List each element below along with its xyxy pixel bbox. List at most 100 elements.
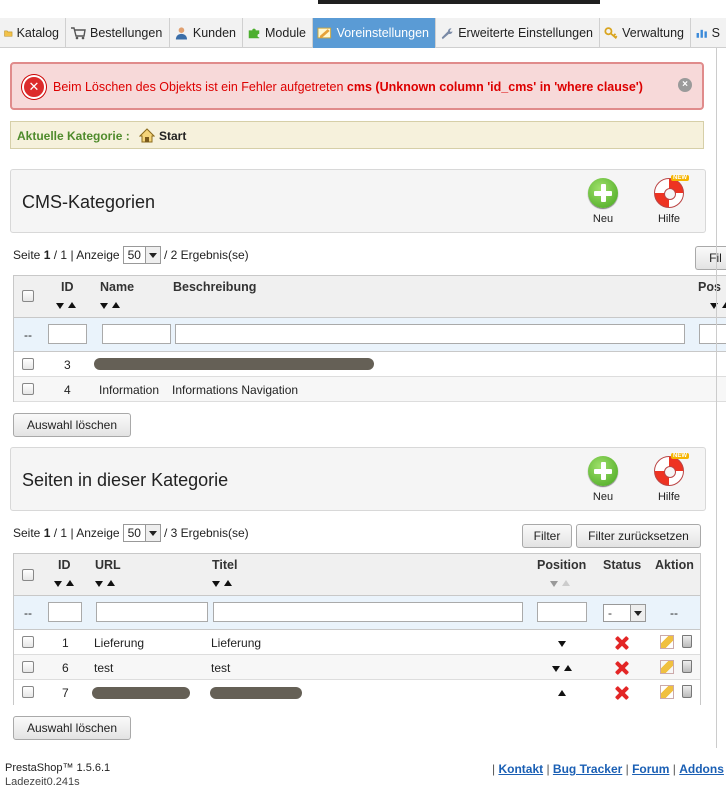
- pager-prefix: Seite: [13, 526, 41, 540]
- tab-voreinstellungen[interactable]: Voreinstellungen: [313, 18, 436, 48]
- section-title: CMS-Kategorien: [22, 192, 156, 212]
- edit-icon[interactable]: [660, 685, 674, 699]
- move-up-icon[interactable]: [558, 690, 566, 696]
- move-down-icon[interactable]: [552, 666, 560, 672]
- filter-url-input[interactable]: [96, 602, 208, 622]
- pager-results: / 3 Ergebnis(se): [163, 526, 249, 540]
- sort-id[interactable]: [54, 580, 78, 588]
- row-checkbox[interactable]: [22, 383, 34, 395]
- edit-icon[interactable]: [660, 635, 674, 649]
- filter-status-select[interactable]: -: [603, 604, 646, 622]
- reset-filter-button[interactable]: Filter zurücksetzen: [576, 524, 701, 548]
- new-category-button[interactable]: Neu: [583, 178, 623, 225]
- filter-button[interactable]: Filter: [522, 524, 572, 548]
- pager-display-label: | Anzeige: [70, 248, 120, 262]
- sort-position[interactable]: [710, 302, 726, 310]
- row-checkbox[interactable]: [22, 358, 34, 370]
- categories-pagination: Seite 1 / 1 | Anzeige 50 / 2 Ergebnis(se…: [13, 246, 249, 264]
- delete-icon[interactable]: [682, 685, 692, 698]
- tab-katalog[interactable]: Katalog: [0, 18, 66, 48]
- row-checkbox[interactable]: [22, 636, 34, 648]
- delete-selection-button[interactable]: Auswahl löschen: [13, 413, 131, 437]
- select-all-checkbox[interactable]: [22, 290, 34, 302]
- delete-selection-button[interactable]: Auswahl löschen: [13, 716, 131, 740]
- table-row[interactable]: 6 test test: [14, 655, 700, 680]
- error-message-box: ✕ Beim Löschen des Objekts ist ein Fehle…: [10, 62, 704, 110]
- help-button[interactable]: NEW Hilfe: [647, 175, 691, 225]
- key-icon: [604, 27, 618, 39]
- new-page-button[interactable]: Neu: [583, 456, 623, 503]
- cell-id: 6: [62, 661, 69, 675]
- filter-button[interactable]: Fil: [695, 246, 726, 270]
- per-page-value: 50: [127, 248, 141, 262]
- per-page-select[interactable]: 50: [122, 246, 161, 264]
- tab-label: Erweiterte Einstellungen: [458, 26, 593, 40]
- table-row[interactable]: 4 Information Informations Navigation: [14, 377, 726, 402]
- move-up-icon[interactable]: [564, 665, 572, 671]
- row-checkbox[interactable]: [22, 661, 34, 673]
- tab-label: S: [711, 26, 720, 40]
- cms-categories-header: CMS-Kategorien Neu NEW Hilfe: [10, 169, 706, 233]
- move-down-icon[interactable]: [558, 641, 566, 647]
- cell-title: test: [211, 661, 231, 675]
- row-checkbox[interactable]: [22, 686, 34, 698]
- pager-results: / 2 Ergebnis(se): [163, 248, 249, 262]
- filter-id-input[interactable]: [48, 602, 82, 622]
- filter-title-input[interactable]: [213, 602, 523, 622]
- breadcrumb: Aktuelle Kategorie : Start: [10, 121, 704, 149]
- cell-title: Lieferung: [211, 636, 262, 650]
- footer-links: | Kontakt | Bug Tracker | Forum | Addons: [492, 762, 724, 776]
- help-button[interactable]: NEW Hilfe: [647, 453, 691, 503]
- redacted-text: [94, 358, 374, 370]
- tab-verwaltung[interactable]: Verwaltung: [600, 18, 691, 48]
- pages-table: ID URL Titel Position Status Aktion -- -…: [13, 553, 701, 705]
- filter-description-input[interactable]: [175, 324, 685, 344]
- sort-id[interactable]: [56, 302, 80, 310]
- table-row[interactable]: 3: [14, 352, 726, 377]
- col-position: Pos: [698, 280, 721, 294]
- footer-link-addons[interactable]: Addons: [679, 762, 724, 776]
- delete-icon[interactable]: [682, 635, 692, 648]
- disabled-status-icon[interactable]: [615, 636, 629, 650]
- sort-position[interactable]: [550, 580, 574, 588]
- table-row[interactable]: 7: [14, 680, 700, 705]
- tab-kunden[interactable]: Kunden: [170, 18, 243, 48]
- tab-bestellungen[interactable]: Bestellungen: [66, 18, 170, 48]
- sort-name[interactable]: [100, 302, 124, 310]
- filter-position-input[interactable]: [537, 602, 587, 622]
- table-row[interactable]: 1 Lieferung Lieferung: [14, 630, 700, 655]
- filter-id-input[interactable]: [48, 324, 87, 344]
- chevron-down-icon: [144, 525, 160, 541]
- puzzle-icon: [248, 28, 260, 39]
- tab-erweiterte-einstellungen[interactable]: Erweiterte Einstellungen: [436, 18, 600, 48]
- user-icon: [175, 27, 188, 40]
- col-url: URL: [95, 558, 121, 572]
- footer-link-forum[interactable]: Forum: [632, 762, 669, 776]
- folder-icon: [4, 30, 13, 37]
- filter-name-input[interactable]: [102, 324, 171, 344]
- cell-id: 1: [62, 636, 69, 650]
- sort-title[interactable]: [212, 580, 236, 588]
- error-detail: cms (Unknown column 'id_cms' in 'where c…: [346, 80, 643, 94]
- error-icon: ✕: [22, 75, 46, 99]
- tab-label: Verwaltung: [622, 26, 684, 40]
- close-icon[interactable]: ×: [678, 78, 692, 92]
- filter-position-input[interactable]: [699, 324, 726, 344]
- pager-current-page: 1: [43, 526, 51, 540]
- sort-url[interactable]: [95, 580, 119, 588]
- tab-module[interactable]: Module: [243, 18, 313, 48]
- delete-icon[interactable]: [682, 660, 692, 673]
- edit-icon[interactable]: [660, 660, 674, 674]
- per-page-select[interactable]: 50: [122, 524, 161, 542]
- cell-name: Information: [99, 383, 160, 397]
- select-all-checkbox[interactable]: [22, 569, 34, 581]
- lifebuoy-icon: NEW: [654, 453, 689, 486]
- disabled-status-icon[interactable]: [615, 686, 629, 700]
- disabled-status-icon[interactable]: [615, 661, 629, 675]
- breadcrumb-start-link[interactable]: Start: [159, 129, 186, 143]
- pager-separator: /: [53, 248, 58, 262]
- footer-link-kontakt[interactable]: Kontakt: [498, 762, 543, 776]
- tab-stats[interactable]: S: [691, 18, 726, 48]
- footer-link-bug-tracker[interactable]: Bug Tracker: [553, 762, 622, 776]
- col-action: Aktion: [655, 558, 694, 572]
